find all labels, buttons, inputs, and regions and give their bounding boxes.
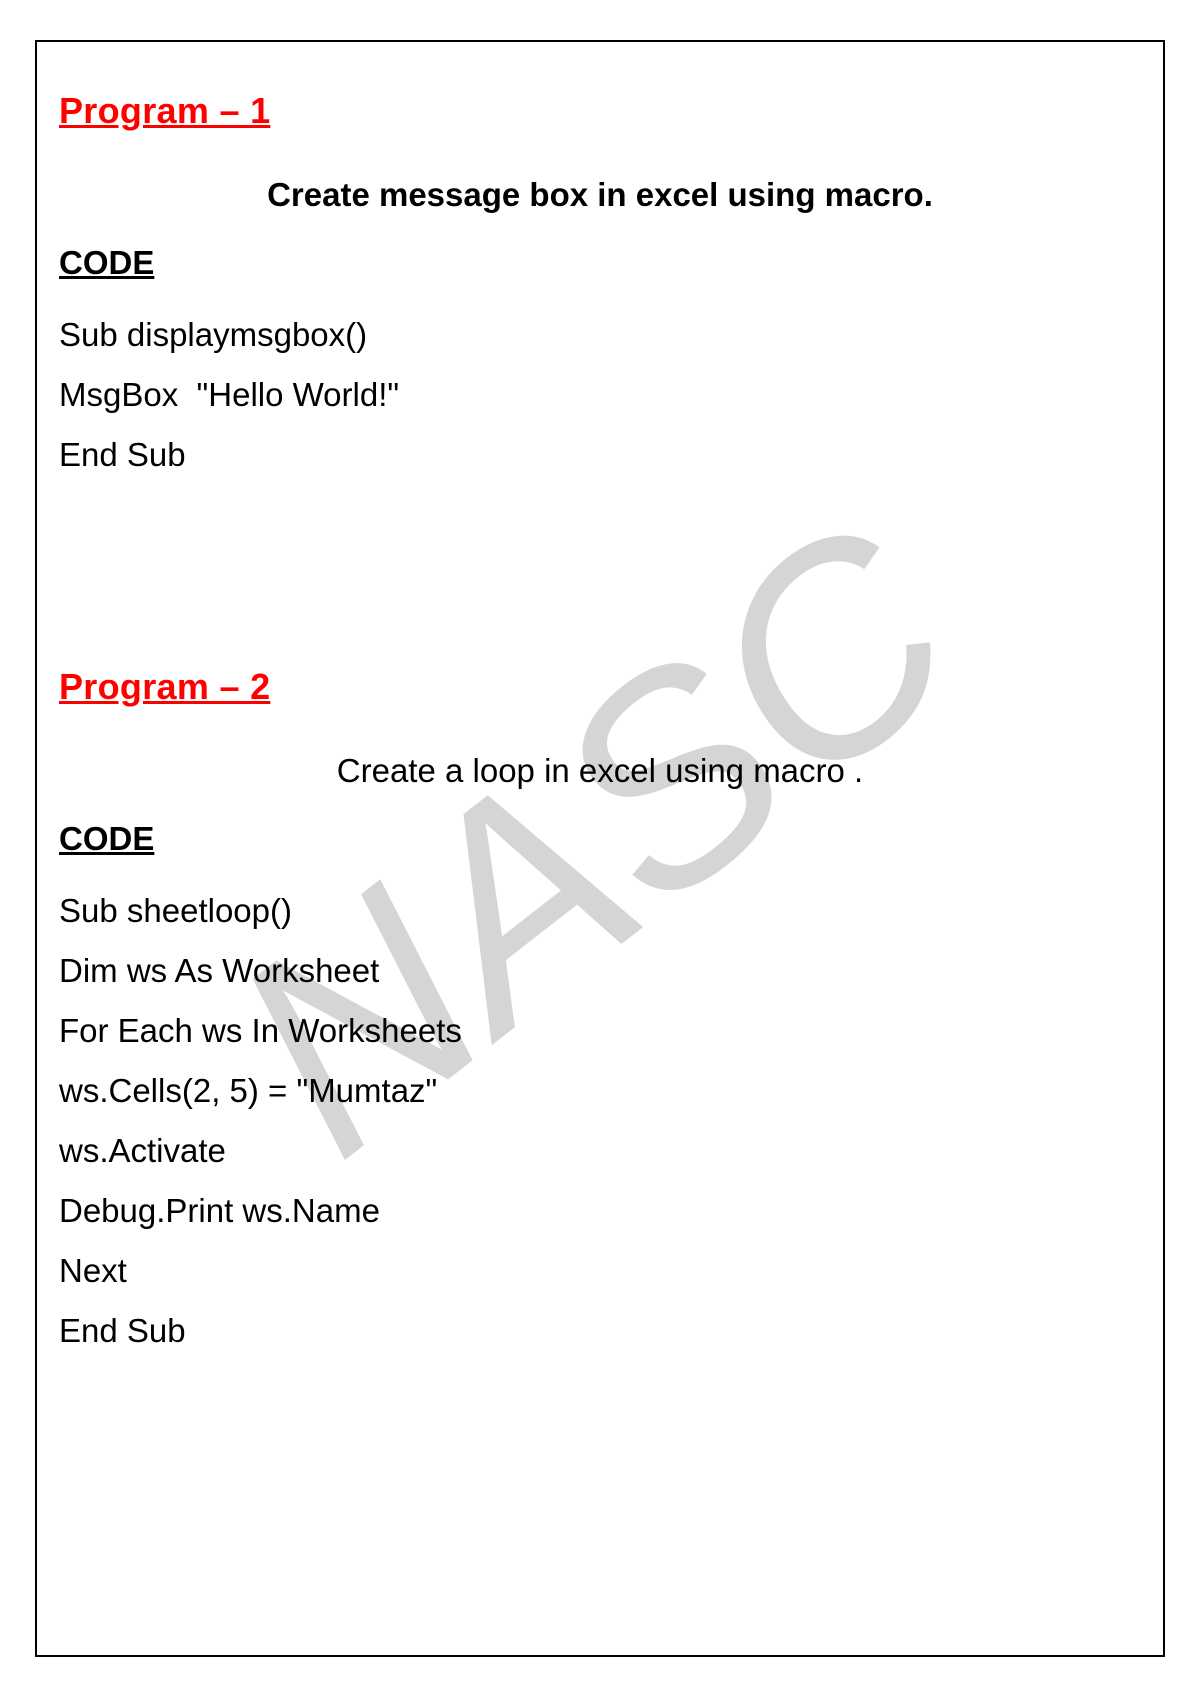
section-gap bbox=[59, 496, 1141, 666]
code-line: For Each ws In Worksheets bbox=[59, 1012, 1141, 1050]
code-line: Dim ws As Worksheet bbox=[59, 952, 1141, 990]
program-2-subtitle: Create a loop in excel using macro . bbox=[59, 752, 1141, 790]
code-line: Debug.Print ws.Name bbox=[59, 1192, 1141, 1230]
program-1-code-block: Sub displaymsgbox() MsgBox "Hello World!… bbox=[59, 316, 1141, 474]
code-line: Sub displaymsgbox() bbox=[59, 316, 1141, 354]
code-line: MsgBox "Hello World!" bbox=[59, 376, 1141, 414]
code-line: End Sub bbox=[59, 436, 1141, 474]
code-line: Next bbox=[59, 1252, 1141, 1290]
code-line: ws.Activate bbox=[59, 1132, 1141, 1170]
program-2-heading: Program – 2 bbox=[59, 666, 1141, 708]
document-page: NASC Program – 1 Create message box in e… bbox=[0, 0, 1200, 1697]
program-1-heading: Program – 1 bbox=[59, 90, 1141, 132]
page-border: NASC Program – 1 Create message box in e… bbox=[35, 40, 1165, 1657]
code-line: End Sub bbox=[59, 1312, 1141, 1350]
code-line: ws.Cells(2, 5) = "Mumtaz" bbox=[59, 1072, 1141, 1110]
program-1-code-label: CODE bbox=[59, 244, 1141, 282]
page-content: Program – 1 Create message box in excel … bbox=[59, 90, 1141, 1350]
program-2-code-block: Sub sheetloop() Dim ws As Worksheet For … bbox=[59, 892, 1141, 1350]
program-1-subtitle: Create message box in excel using macro. bbox=[59, 176, 1141, 214]
code-line: Sub sheetloop() bbox=[59, 892, 1141, 930]
program-2-code-label: CODE bbox=[59, 820, 1141, 858]
